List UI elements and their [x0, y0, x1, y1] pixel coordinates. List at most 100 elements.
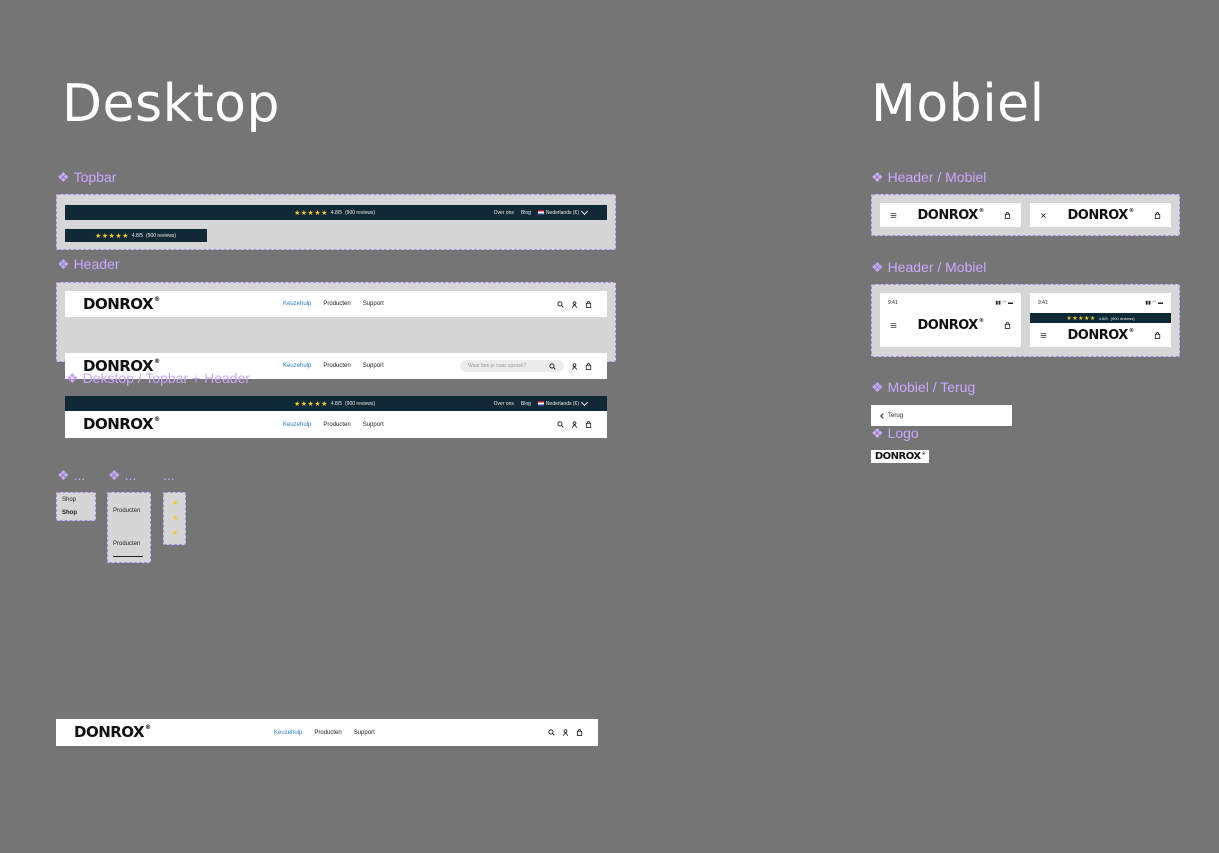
topbar-rating-compact[interactable]: ★★★★★ 4.8/5 (900 reviews)	[95, 232, 176, 240]
header-mobile-label-1: ❖ Header / Mobiel	[871, 169, 987, 185]
nav-producten[interactable]: Producten	[323, 422, 350, 428]
mobile-back-label: ❖ Mobiel / Terug	[871, 379, 976, 395]
component-label-b: ❖...	[108, 467, 137, 483]
hamburger-icon[interactable]	[890, 212, 897, 219]
nav-keuzehulp[interactable]: Keuzehulp	[283, 363, 311, 369]
flag-nl-icon	[537, 400, 544, 406]
about-link[interactable]: Over ons	[494, 401, 514, 407]
nav-producten[interactable]: Producten	[323, 301, 350, 307]
status-bar: 9:41 ▮▮ ◠ ▬	[1030, 293, 1171, 313]
status-time: 9:41	[888, 300, 898, 306]
status-bar: 9:41 ▮▮ ◠ ▬	[880, 293, 1021, 313]
topbar-links: Over ons Blog Nederlands (€)	[494, 207, 589, 216]
mobile-header: DONROX®	[880, 313, 1021, 337]
about-link[interactable]: Over ons	[494, 210, 514, 216]
nav-support[interactable]: Support	[363, 422, 384, 428]
header-icons	[557, 421, 592, 428]
bag-icon[interactable]	[585, 363, 592, 370]
search-icon[interactable]	[557, 301, 564, 308]
nav-producten[interactable]: Producten	[323, 363, 350, 369]
topbar-rating[interactable]: ★★★★★ 4.8/5 (900 reviews)	[294, 400, 375, 408]
bag-icon[interactable]	[1004, 322, 1011, 329]
blog-link[interactable]: Blog	[521, 210, 531, 216]
producten-link[interactable]: Producten	[113, 508, 140, 514]
header-icons	[557, 301, 592, 308]
hamburger-icon[interactable]	[890, 322, 897, 329]
component-label-a: ❖...	[57, 467, 86, 483]
rating-value: 4.8/5	[131, 232, 144, 239]
mobile-header-closed: DONROX®	[880, 203, 1021, 227]
topbar-mobile: ★★★★★ 4.8/5 (900 reviews)	[65, 229, 207, 242]
donrox-logo[interactable]: DONROX®	[917, 208, 984, 222]
component-icon: ❖	[57, 256, 70, 272]
donrox-logo[interactable]: DONROX®	[1067, 328, 1134, 342]
chevron-down-icon	[580, 207, 589, 215]
hamburger-icon[interactable]	[1040, 332, 1047, 339]
producten-link-active[interactable]: Producten	[113, 541, 140, 547]
language-selector[interactable]: Nederlands (€)	[537, 207, 589, 216]
search-icon[interactable]	[548, 729, 555, 736]
component-icon: ❖	[871, 425, 884, 441]
star-icon: ★★★★★	[294, 400, 328, 408]
header-icons	[548, 729, 583, 736]
topbar-links: Over ons Blog Nederlands (€)	[494, 398, 589, 407]
shop-link[interactable]: Shop	[62, 497, 76, 503]
status-icons: ▮▮ ◠ ▬	[995, 300, 1013, 306]
search-input[interactable]: Waar ben je naar opzoek?	[460, 360, 564, 372]
donrox-logo[interactable]: DONROX®	[1067, 208, 1134, 222]
bag-icon[interactable]	[585, 421, 592, 428]
header-icons: Waar ben je naar opzoek?	[460, 360, 592, 372]
topbar-desktop: ★★★★★ 4.8/5 (900 reviews) Over ons Blog …	[65, 205, 607, 220]
logo-component: DONROX®	[871, 450, 929, 463]
component-label-c: ...	[163, 467, 175, 483]
bag-icon[interactable]	[1004, 212, 1011, 219]
nav-keuzehulp[interactable]: Keuzehulp	[283, 301, 311, 307]
user-icon[interactable]	[571, 301, 578, 308]
search-icon[interactable]	[557, 421, 564, 428]
nav-support[interactable]: Support	[363, 301, 384, 307]
chevron-left-icon	[880, 412, 886, 419]
component-icon: ❖	[871, 169, 884, 185]
star-icon: ★★★★★	[1066, 315, 1096, 322]
main-nav: Keuzehulp Producten Support	[283, 363, 384, 369]
language-selector[interactable]: Nederlands (€)	[537, 398, 589, 407]
user-icon[interactable]	[571, 363, 578, 370]
nav-support[interactable]: Support	[354, 730, 375, 736]
logo-label: ❖ Logo	[871, 425, 919, 441]
flag-nl-icon	[537, 209, 544, 215]
rating-value: 4.8/5	[330, 400, 343, 407]
search-icon[interactable]	[549, 363, 556, 370]
topbar-rating[interactable]: ★★★★★ 4.8/5 (900 reviews)	[294, 209, 375, 217]
mobile-screen-header: 9:41 ▮▮ ◠ ▬ DONROX®	[880, 293, 1021, 347]
combined-header: DONROX® Keuzehulp Producten Support	[65, 411, 607, 438]
blog-link[interactable]: Blog	[521, 401, 531, 407]
mobile-header: DONROX®	[1030, 323, 1171, 347]
bag-icon[interactable]	[576, 729, 583, 736]
donrox-logo[interactable]: DONROX®	[917, 318, 984, 332]
bag-icon[interactable]	[1154, 332, 1161, 339]
mobile-title: Mobiel	[871, 74, 1045, 134]
component-icon: ❖	[66, 370, 79, 386]
nav-keuzehulp[interactable]: Keuzehulp	[274, 730, 302, 736]
main-nav: Keuzehulp Producten Support	[283, 301, 384, 307]
close-icon[interactable]	[1040, 212, 1047, 219]
nav-keuzehulp[interactable]: Keuzehulp	[283, 422, 311, 428]
reviews-count: (900 reviews)	[146, 232, 177, 239]
donrox-logo[interactable]: DONROX®	[74, 725, 151, 740]
star-icon: ★★★★★	[294, 209, 328, 217]
donrox-logo[interactable]: DONROX®	[875, 451, 926, 462]
donrox-logo[interactable]: DONROX®	[83, 417, 160, 432]
shop-link-active[interactable]: Shop	[62, 510, 77, 516]
component-icon: ❖	[57, 169, 70, 185]
nav-support[interactable]: Support	[363, 363, 384, 369]
producten-variants-frame: Producten Producten	[107, 492, 151, 563]
bag-icon[interactable]	[585, 301, 592, 308]
header-mobile-frame-2: 9:41 ▮▮ ◠ ▬ DONROX® 9:41 ▮▮ ◠ ▬ ★★★★★ 4.…	[871, 284, 1180, 357]
user-icon[interactable]	[562, 729, 569, 736]
nav-producten[interactable]: Producten	[314, 730, 341, 736]
bag-icon[interactable]	[1154, 212, 1161, 219]
header-mobile-frame-1: DONROX® DONROX®	[871, 194, 1180, 236]
user-icon[interactable]	[571, 421, 578, 428]
donrox-logo[interactable]: DONROX®	[83, 296, 160, 312]
back-button[interactable]: Terug	[871, 405, 1012, 426]
